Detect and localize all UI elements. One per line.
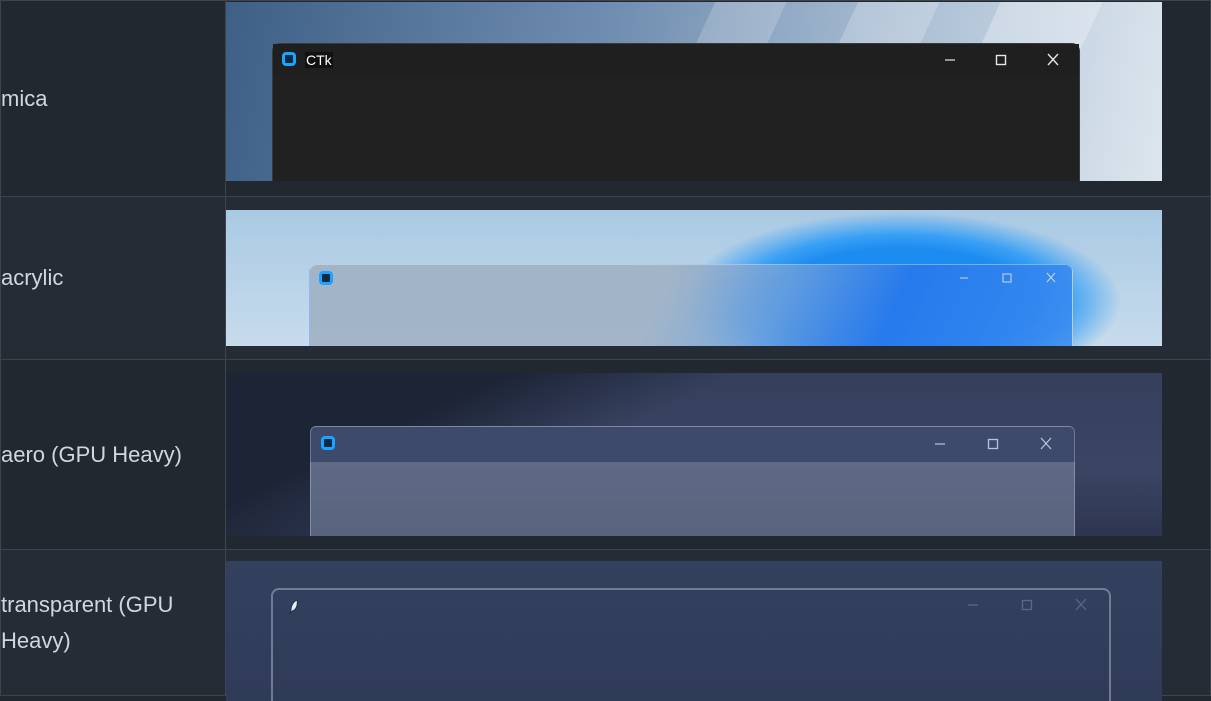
window-styles-table: mica CTk acrylic aero (GPU Heavy) transp… [0,0,1211,701]
maximize-icon [1015,595,1039,615]
ctk-app-icon [321,436,335,450]
close-icon [1041,50,1065,70]
sample-window [310,426,1075,536]
style-name-cell: transparent (GPU Heavy) [0,549,226,696]
style-row-aero: aero (GPU Heavy) [0,359,1211,550]
preview-screenshot-acrylic [226,210,1162,346]
sample-window [271,587,1111,701]
style-row-mica: mica CTk [0,0,1211,197]
ctk-app-icon [319,271,333,285]
style-row-transparent: transparent (GPU Heavy) [0,549,1211,701]
preview-cell [225,359,1211,550]
title-bar [273,590,1109,623]
minimize-icon [938,50,962,70]
tk-feather-icon [288,598,300,615]
style-name: transparent (GPU Heavy) [1,591,174,653]
style-name-cell: mica [0,0,226,197]
preview-cell [225,196,1211,360]
style-name: acrylic [1,265,64,290]
ctk-app-icon [282,52,296,66]
close-icon [1034,434,1058,454]
minimize-icon [961,595,985,615]
preview-cell: CTk [225,0,1211,197]
window-title: CTk [305,52,333,68]
preview-screenshot-mica: CTk [226,2,1162,181]
title-bar [311,427,1074,462]
minimize-icon [952,268,976,288]
minimize-icon [928,434,952,454]
preview-screenshot-aero [226,373,1162,536]
maximize-icon [995,268,1019,288]
style-name: aero (GPU Heavy) [1,441,182,467]
preview-screenshot-transparent [226,560,1162,701]
title-bar: CTk [273,44,1079,77]
maximize-icon [989,50,1013,70]
close-icon [1069,595,1093,615]
style-name: mica [1,85,48,111]
style-row-acrylic: acrylic [0,196,1211,360]
sample-window: CTk [272,43,1080,181]
style-name-cell: aero (GPU Heavy) [0,359,226,550]
maximize-icon [981,434,1005,454]
preview-cell [225,549,1211,701]
sample-window [309,264,1073,346]
style-name-cell: acrylic [0,196,226,360]
close-icon [1039,268,1063,288]
title-bar [310,265,1072,298]
